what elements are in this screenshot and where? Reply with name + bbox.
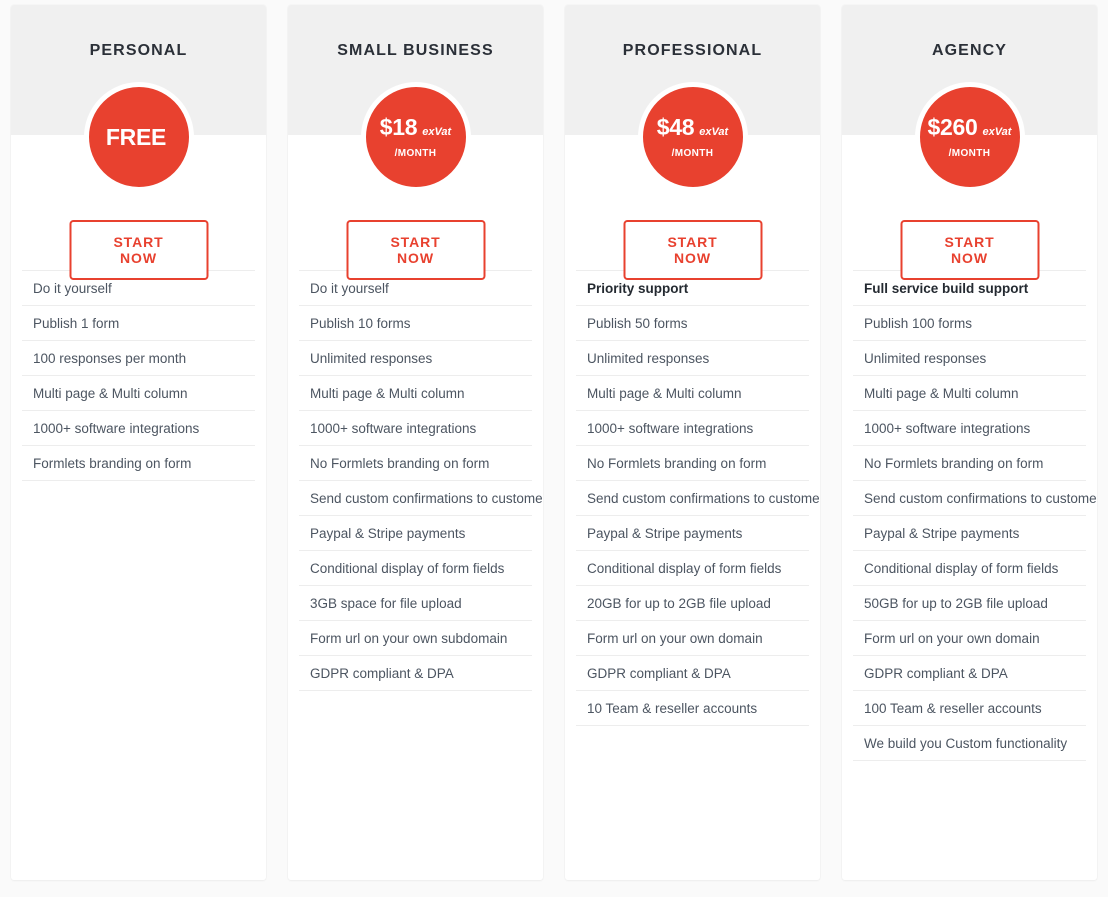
- price-vat-note: exVat: [699, 125, 729, 138]
- price-badge: $48 exVat /MONTH: [637, 82, 748, 192]
- feature-item: 1000+ software integrations: [22, 410, 255, 445]
- feature-item: Send custom confirmations to customers: [299, 480, 543, 515]
- feature-list: Priority support Publish 50 forms Unlimite…: [565, 270, 820, 880]
- feature-item: 100 responses per month: [22, 340, 255, 375]
- plan-title-2: PROFESSIONAL: [622, 42, 763, 59]
- price-vat-note: exVat: [422, 125, 452, 138]
- price-amount: $18: [379, 113, 418, 140]
- feature-item: GDPR compliant & DPA: [853, 655, 1086, 690]
- plan-card-agency: AGENCY $260 exVat /MONTH START NOW Full …: [842, 5, 1097, 880]
- feature-item: Multi page & Multi column: [22, 375, 255, 410]
- feature-item: Send custom confirmations to customers: [853, 480, 1097, 515]
- feature-item: We build you Custom functionality: [853, 725, 1086, 761]
- plan-header: PERSONAL FREE START NOW: [11, 5, 266, 280]
- feature-item: Unlimited responses: [576, 340, 809, 375]
- feature-item: No Formlets branding on form: [853, 445, 1086, 480]
- price-badge: FREE: [83, 82, 194, 192]
- start-now-button-1[interactable]: START NOW: [346, 220, 485, 280]
- feature-item: Multi page & Multi column: [299, 375, 532, 410]
- feature-item: 50GB for up to 2GB file upload: [853, 585, 1086, 620]
- feature-item: 100 Team & reseller accounts: [853, 690, 1086, 725]
- feature-item: Publish 10 forms: [299, 305, 532, 340]
- feature-item: Paypal & Stripe payments: [853, 515, 1086, 550]
- plan-card-personal: PERSONAL FREE START NOW Do it yourself Pu…: [11, 5, 266, 880]
- feature-item: Form url on your own subdomain: [299, 620, 532, 655]
- feature-item: GDPR compliant & DPA: [299, 655, 532, 691]
- start-now-button-0[interactable]: START NOW: [69, 220, 208, 280]
- feature-item: Paypal & Stripe payments: [299, 515, 532, 550]
- start-now-button-3[interactable]: START NOW: [900, 220, 1039, 280]
- price-amount: FREE: [105, 123, 167, 150]
- price-period: /MONTH: [948, 147, 991, 159]
- feature-item: Publish 1 form: [22, 305, 255, 340]
- feature-item: 1000+ software integrations: [853, 410, 1086, 445]
- pricing-plans-grid: PERSONAL FREE START NOW Do it yourself Pu…: [0, 0, 1108, 897]
- plan-card-professional: PROFESSIONAL $48 exVat /MONTH START NOW …: [565, 5, 820, 880]
- feature-item: Multi page & Multi column: [853, 375, 1086, 410]
- feature-item: Form url on your own domain: [576, 620, 809, 655]
- plan-header: PROFESSIONAL $48 exVat /MONTH START NOW: [565, 5, 820, 280]
- plan-header: AGENCY $260 exVat /MONTH START NOW: [842, 5, 1097, 280]
- price-main: FREE: [105, 123, 171, 150]
- feature-item: 1000+ software integrations: [576, 410, 809, 445]
- feature-item: Conditional display of form fields: [576, 550, 809, 585]
- feature-item: No Formlets branding on form: [576, 445, 809, 480]
- plan-card-small-business: SMALL BUSINESS $18 exVat /MONTH START NO…: [288, 5, 543, 880]
- price-period: /MONTH: [671, 147, 714, 159]
- feature-item: Conditional display of form fields: [299, 550, 532, 585]
- feature-list: Do it yourself Publish 10 forms Unlimited …: [288, 270, 543, 880]
- feature-item: Multi page & Multi column: [576, 375, 809, 410]
- feature-item: 3GB space for file upload: [299, 585, 532, 620]
- price-period: /MONTH: [394, 147, 437, 159]
- price-badge: $18 exVat /MONTH: [360, 82, 471, 192]
- feature-item: Unlimited responses: [299, 340, 532, 375]
- feature-list: Full service build support Publish 100 fo…: [842, 270, 1097, 880]
- feature-item: No Formlets branding on form: [299, 445, 532, 480]
- price-vat-note: exVat: [982, 125, 1012, 138]
- feature-item: 1000+ software integrations: [299, 410, 532, 445]
- plan-title-0: PERSONAL: [89, 42, 188, 59]
- plan-title-3: AGENCY: [931, 42, 1008, 59]
- price-main: $48 exVat: [656, 113, 729, 140]
- plan-title-1: SMALL BUSINESS: [337, 42, 494, 59]
- price-badge: $260 exVat /MONTH: [914, 82, 1025, 192]
- feature-list: Do it yourself Publish 1 form 100 response…: [11, 270, 266, 880]
- feature-item: Paypal & Stripe payments: [576, 515, 809, 550]
- start-now-button-2[interactable]: START NOW: [623, 220, 762, 280]
- feature-item: 20GB for up to 2GB file upload: [576, 585, 809, 620]
- feature-item: Formlets branding on form: [22, 445, 255, 481]
- price-amount: $48: [656, 113, 695, 140]
- feature-item: GDPR compliant & DPA: [576, 655, 809, 690]
- feature-item: Publish 50 forms: [576, 305, 809, 340]
- price-main: $260 exVat: [927, 113, 1012, 140]
- price-amount: $260: [927, 113, 978, 140]
- plan-header: SMALL BUSINESS $18 exVat /MONTH START NO…: [288, 5, 543, 280]
- feature-item: Publish 100 forms: [853, 305, 1086, 340]
- feature-item: Conditional display of form fields: [853, 550, 1086, 585]
- feature-item: 10 Team & reseller accounts: [576, 690, 809, 726]
- feature-item: Unlimited responses: [853, 340, 1086, 375]
- feature-item: Form url on your own domain: [853, 620, 1086, 655]
- feature-item: Send custom confirmations to customers: [576, 480, 820, 515]
- price-main: $18 exVat: [379, 113, 452, 140]
